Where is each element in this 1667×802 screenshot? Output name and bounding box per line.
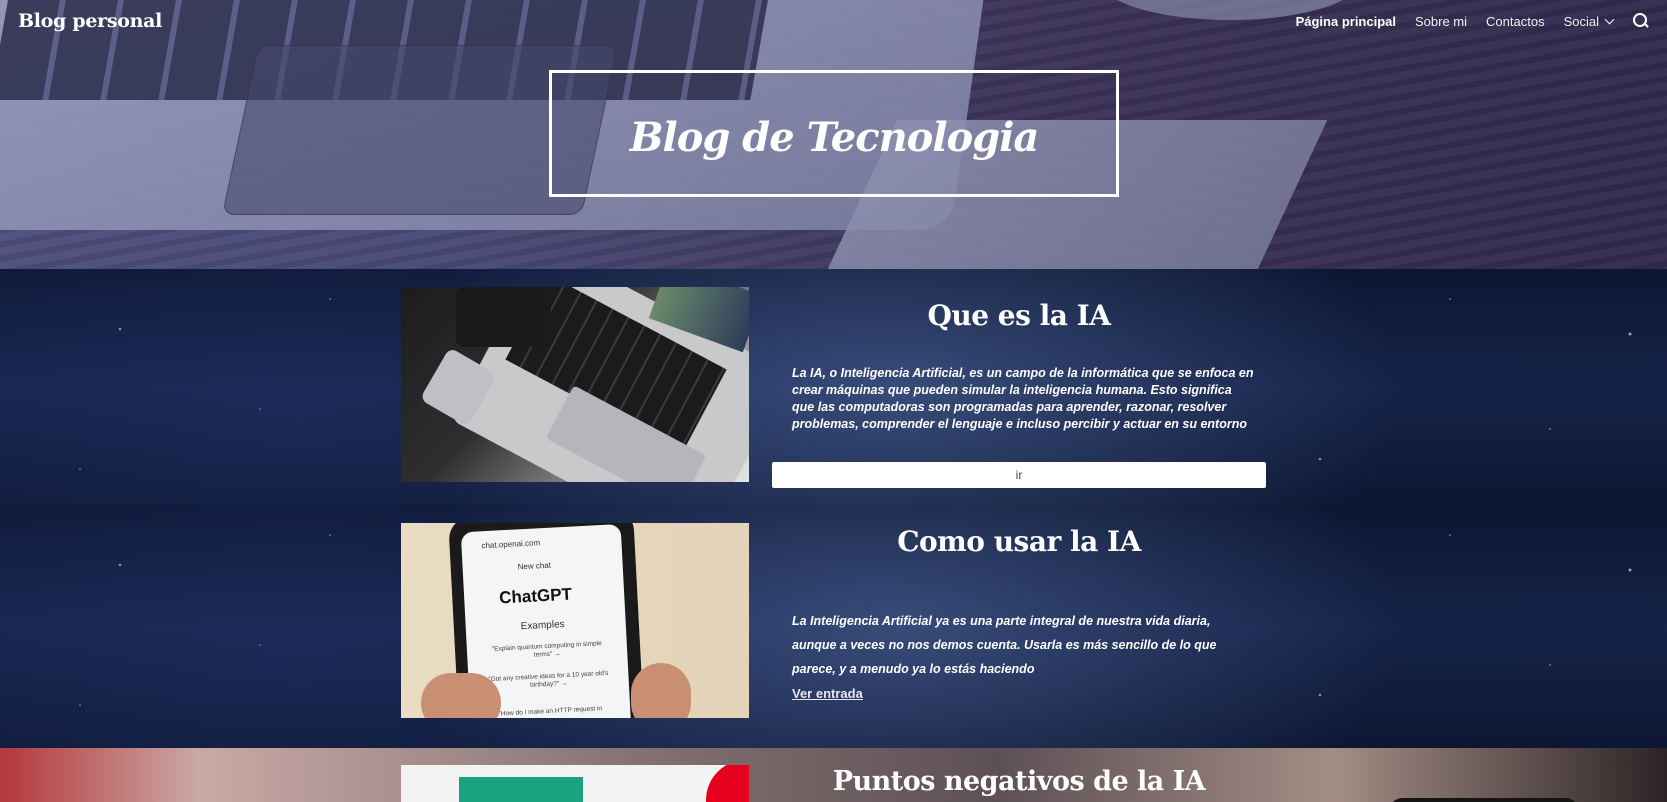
site-title[interactable]: Blog personal xyxy=(18,10,162,32)
nav-links: Página principal Sobre mi Contactos Soci… xyxy=(1277,13,1649,29)
post-thumbnail-1[interactable] xyxy=(401,287,749,482)
nav-home[interactable]: Página principal xyxy=(1296,14,1396,29)
thumb-hand-shape-right xyxy=(631,663,691,718)
go-button[interactable]: ir xyxy=(772,462,1266,488)
thumb-brand-text: ChatGPT xyxy=(498,584,573,608)
post-thumbnail-3[interactable] xyxy=(401,765,749,802)
hero-title-box: Blog de Tecnologia xyxy=(549,70,1119,197)
hero-title: Blog de Tecnologia xyxy=(629,114,1040,161)
thumb-camera-shape xyxy=(456,287,551,347)
post-title[interactable]: Que es la IA xyxy=(772,299,1266,332)
chevron-down-icon xyxy=(1604,14,1615,24)
post-section-3: Puntos negativos de la IA xyxy=(0,748,1667,802)
thumb-hand-shape xyxy=(421,673,501,718)
top-navigation: Blog personal Página principal Sobre mi … xyxy=(0,0,1667,42)
background-dark-shape xyxy=(1388,798,1580,802)
thumb-new-chat-text: New chat xyxy=(517,560,552,572)
nav-contacts[interactable]: Contactos xyxy=(1486,14,1545,29)
thumb-example-2: "Got any creative ideas for a 10 year ol… xyxy=(488,669,609,689)
search-icon[interactable] xyxy=(1633,13,1649,29)
post-thumbnail-2[interactable]: chat.openai.com New chat ChatGPT Example… xyxy=(401,523,749,718)
thumb-examples-text: Examples xyxy=(520,619,565,633)
thumb-example-1: "Explain quantum computing in simple ter… xyxy=(491,640,602,659)
post-section-1: Que es la IA La IA, o Inteligencia Artif… xyxy=(0,269,1667,505)
nav-social-label: Social xyxy=(1563,13,1599,29)
post-content-2: Como usar la IA La Inteligencia Artifici… xyxy=(772,505,1266,748)
thumb-example-3: "How do I make an HTTP request in xyxy=(498,705,603,718)
thumb-red-shape xyxy=(706,765,749,802)
thumb-green-shape xyxy=(459,777,583,802)
nav-about[interactable]: Sobre mi xyxy=(1415,14,1467,29)
nav-social[interactable]: Social xyxy=(1563,13,1615,29)
hero-banner: Blog personal Página principal Sobre mi … xyxy=(0,0,1667,269)
read-more-link[interactable]: Ver entrada xyxy=(792,686,863,701)
post-excerpt: La IA, o Inteligencia Artificial, es un … xyxy=(792,366,1254,431)
post-section-2: chat.openai.com New chat ChatGPT Example… xyxy=(0,505,1667,748)
post-title[interactable]: Como usar la IA xyxy=(772,525,1266,558)
post-content-1: Que es la IA La IA, o Inteligencia Artif… xyxy=(772,269,1266,505)
post-content-3: Puntos negativos de la IA xyxy=(772,748,1266,802)
thumb-url-text: chat.openai.com xyxy=(481,538,541,551)
post-title[interactable]: Puntos negativos de la IA xyxy=(772,766,1266,797)
post-excerpt: La Inteligencia Artificial ya es una par… xyxy=(792,614,1217,676)
